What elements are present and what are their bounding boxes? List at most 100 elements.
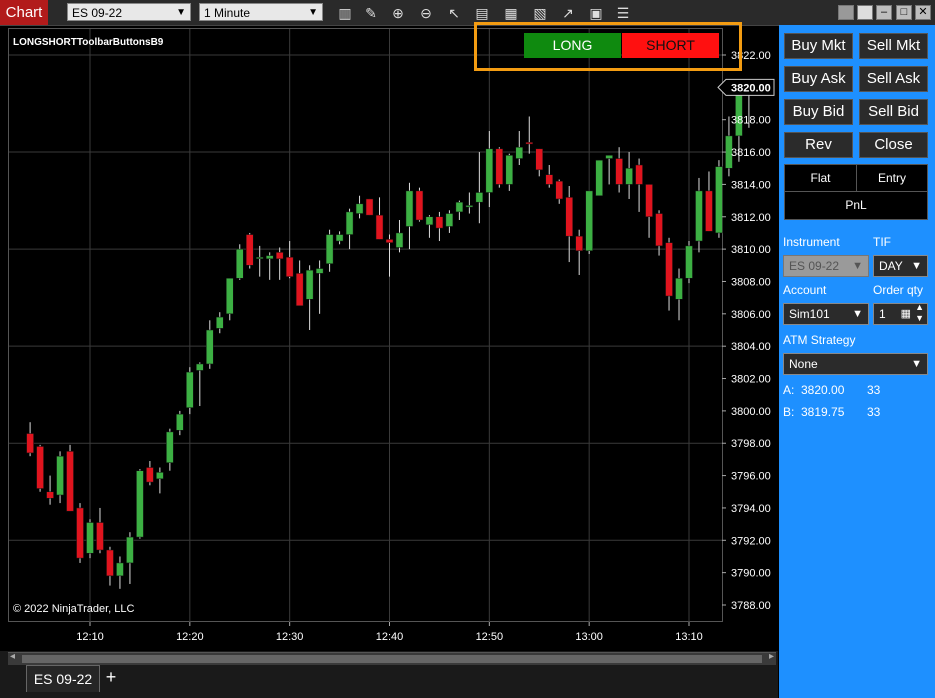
indicators-icon[interactable]: ▧ — [531, 4, 549, 22]
calculator-icon[interactable]: ▦ — [901, 304, 911, 324]
y-tick-label: 3802.00 — [731, 374, 771, 386]
chart-toolbar: Chart ES 09-22 ▼ 1 Minute ▼ ▥ ✎ ⊕ ⊖ ↖ ▤ … — [0, 0, 935, 26]
candle-body — [655, 213, 663, 247]
candle-body — [435, 216, 444, 229]
chart-trader-panel: Buy Mkt Sell Mkt Buy Ask Sell Ask Buy Bi… — [779, 25, 935, 698]
candle-body — [146, 467, 154, 483]
account-selector[interactable]: Sim101 ▼ — [783, 303, 869, 325]
candle-body — [705, 190, 713, 232]
candle-body — [665, 242, 673, 297]
y-tick-label: 3792.00 — [731, 535, 771, 547]
bid-price: 3819.75 — [801, 405, 845, 419]
candle-body — [275, 252, 284, 260]
y-tick-label: 3798.00 — [731, 438, 771, 450]
scroll-right-icon[interactable]: ▸ — [769, 651, 774, 662]
atm-strategy-label: ATM Strategy — [783, 333, 856, 347]
buy-bid-button[interactable]: Buy Bid — [784, 99, 853, 125]
candle-body — [216, 316, 224, 329]
instrument-selector[interactable]: ES 09-22 ▼ — [67, 3, 191, 21]
instrument-label: Instrument — [783, 235, 840, 249]
maximize-icon[interactable]: □ — [896, 5, 912, 20]
minimize-icon[interactable]: – — [876, 5, 892, 20]
strategy-icon[interactable]: ↗ — [559, 4, 577, 22]
candle-body — [166, 431, 174, 463]
pencil-icon[interactable]: ✎ — [362, 4, 380, 22]
chevron-down-icon: ▼ — [852, 308, 863, 320]
interval-selector[interactable]: 1 Minute ▼ — [199, 3, 323, 21]
scrollbar-thumb[interactable] — [22, 655, 762, 663]
data-box-icon[interactable]: ▤ — [473, 4, 491, 22]
candle-body — [46, 491, 54, 499]
close-icon[interactable]: ✕ — [915, 5, 931, 20]
order-qty-stepper[interactable]: 1 ▦ ▲ ▼ — [873, 302, 928, 325]
candle-body — [56, 455, 64, 496]
candle-body — [226, 277, 234, 315]
chevron-down-icon: ▼ — [852, 260, 863, 272]
candle-body — [295, 273, 304, 306]
bid-size: 33 — [867, 405, 881, 419]
candle-body — [285, 256, 294, 277]
long-short-highlight — [474, 22, 742, 71]
entry-label: Entry — [857, 165, 927, 192]
stepper-arrows-icon[interactable]: ▲ ▼ — [915, 302, 924, 324]
candle-body — [545, 174, 553, 185]
candle-body — [176, 413, 184, 431]
bars-icon[interactable]: ▥ — [336, 4, 354, 22]
candle-body — [375, 214, 384, 240]
candle-body — [245, 234, 254, 266]
candle-body — [255, 256, 264, 259]
reverse-button[interactable]: Rev — [784, 132, 853, 158]
link-icon[interactable] — [838, 5, 854, 20]
candle-body — [26, 433, 34, 454]
account-selector-value: Sim101 — [789, 307, 830, 321]
candle-body — [415, 190, 424, 221]
chevron-down-icon: ▼ — [176, 7, 186, 18]
x-tick-label: 12:40 — [376, 631, 404, 643]
tab-es-09-22[interactable]: ES 09-22 — [26, 665, 100, 692]
candle-body — [365, 198, 374, 216]
sell-ask-button[interactable]: Sell Ask — [859, 66, 928, 92]
instrument-selector-value: ES 09-22 — [72, 6, 123, 20]
x-tick-label: 12:30 — [276, 631, 304, 643]
zoom-out-icon[interactable]: ⊖ — [417, 4, 435, 22]
candle-body — [585, 190, 593, 251]
y-tick-label: 3800.00 — [731, 406, 771, 418]
horizontal-scrollbar[interactable]: ◂ ▸ — [8, 651, 776, 665]
scroll-left-icon[interactable]: ◂ — [10, 651, 15, 662]
app-tab[interactable]: Chart — [0, 0, 48, 25]
layout-icon[interactable]: ▦ — [502, 4, 520, 22]
account-label: Account — [783, 283, 827, 297]
close-button[interactable]: Close — [859, 132, 928, 158]
menu-icon[interactable]: ☰ — [614, 4, 632, 22]
order-qty-value: 1 — [879, 307, 886, 321]
buy-ask-button[interactable]: Buy Ask — [784, 66, 853, 92]
candle-body — [515, 146, 524, 159]
pnl-label: PnL — [845, 198, 867, 212]
buy-market-button[interactable]: Buy Mkt — [784, 33, 853, 59]
candle-body — [206, 329, 214, 365]
atm-strategy-selector[interactable]: None ▼ — [783, 353, 928, 375]
zoom-in-icon[interactable]: ⊕ — [389, 4, 407, 22]
candle-body — [525, 142, 534, 145]
candle-body — [685, 245, 693, 279]
add-tab-button[interactable]: + — [102, 667, 120, 687]
sell-bid-button[interactable]: Sell Bid — [859, 99, 928, 125]
instrument-field: ES 09-22 ▼ — [783, 255, 869, 277]
properties-icon[interactable]: ▣ — [587, 4, 605, 22]
candle-body — [615, 158, 623, 185]
candle-body — [136, 470, 144, 538]
tif-selector[interactable]: DAY ▼ — [873, 255, 928, 277]
candle-body — [695, 190, 703, 242]
sell-market-button[interactable]: Sell Mkt — [859, 33, 928, 59]
candle-body — [625, 167, 633, 185]
color-icon[interactable] — [857, 5, 873, 20]
candle-body — [425, 216, 434, 226]
candle-body — [156, 472, 164, 480]
y-tick-label: 3812.00 — [731, 212, 771, 224]
candle-body — [325, 234, 334, 264]
candle-body — [475, 192, 484, 203]
price-chart[interactable]: 3822.003820.003818.003816.003814.003812.… — [0, 25, 778, 650]
y-tick-label: 3796.00 — [731, 471, 771, 483]
flat-label: Flat — [785, 165, 857, 192]
cursor-icon[interactable]: ↖ — [445, 4, 463, 22]
